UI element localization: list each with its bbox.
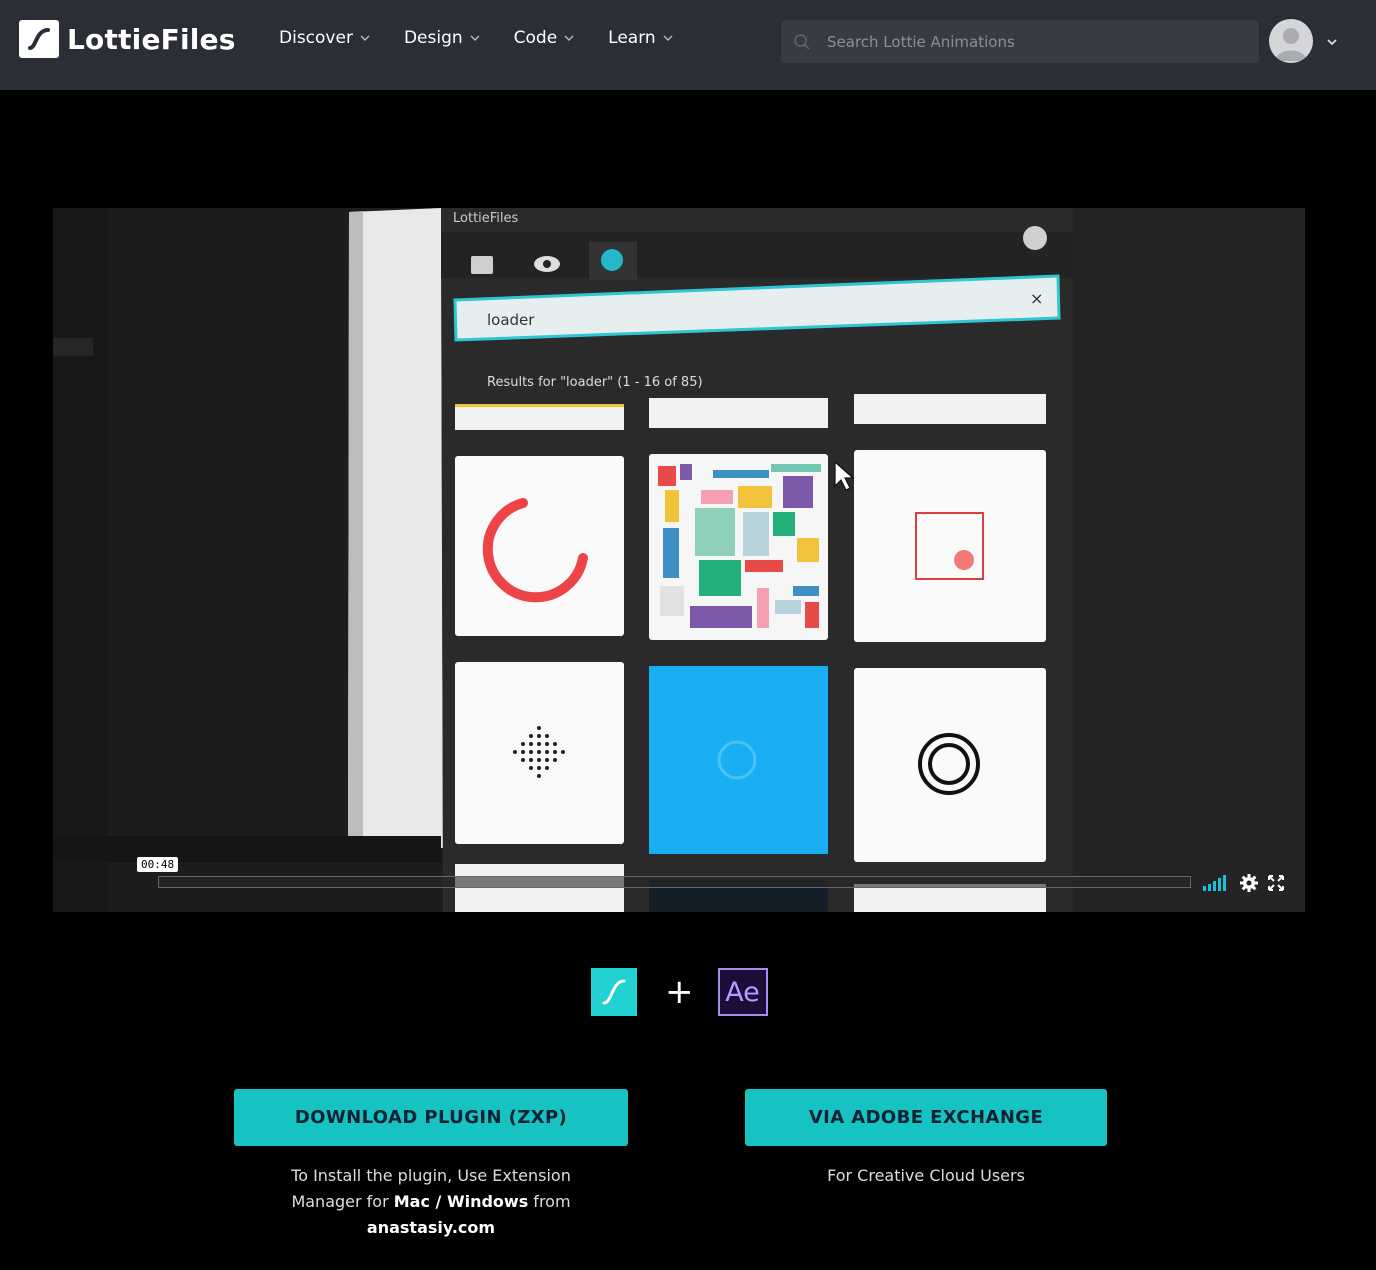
after-effects-label: Ae [725, 976, 760, 1008]
download-instructions: To Install the plugin, Use Extension Man… [234, 1163, 628, 1241]
panel-title: LottieFiles [453, 211, 519, 226]
svg-text:×: × [1030, 289, 1043, 308]
fullscreen-icon[interactable] [1268, 875, 1284, 891]
windows-label: Windows [446, 1192, 529, 1211]
user-icon [1275, 28, 1307, 61]
brand-name: LottieFiles [67, 22, 236, 56]
exchange-note: For Creative Cloud Users [827, 1166, 1025, 1185]
nav-design-label: Design [403, 28, 463, 48]
nav-discover[interactable]: Discover [279, 28, 370, 48]
top-navbar: LottieFiles Discover Design Code Learn [0, 0, 1376, 90]
video-frame: loader × LottieFiles Results for "loader… [53, 208, 1305, 912]
user-avatar[interactable] [1269, 19, 1313, 63]
panel-results-text: Results for "loader" (1 - 16 of 85) [487, 375, 703, 390]
nav-design[interactable]: Design [404, 28, 480, 48]
chevron-down-icon [360, 35, 370, 41]
adobe-exchange-button[interactable]: VIA ADOBE EXCHANGE [745, 1089, 1107, 1146]
lottiefiles-badge-icon [591, 968, 637, 1016]
adobe-exchange-label: VIA ADOBE EXCHANGE [808, 1107, 1044, 1128]
video-time-tooltip: 00:48 [137, 857, 179, 872]
lottiefiles-logo[interactable]: LottieFiles [19, 20, 236, 58]
tutorial-video[interactable]: loader × LottieFiles Results for "loader… [53, 208, 1305, 912]
chevron-down-icon [470, 35, 480, 41]
download-plugin-button[interactable]: DOWNLOAD PLUGIN (ZXP) [234, 1089, 628, 1146]
main-nav: Discover Design Code Learn [279, 28, 707, 48]
mac-label: Mac [393, 1192, 430, 1211]
nav-learn[interactable]: Learn [608, 28, 673, 48]
search-icon [794, 33, 810, 50]
download-plugin-label: DOWNLOAD PLUGIN (ZXP) [294, 1107, 568, 1128]
nav-code[interactable]: Code [514, 28, 575, 48]
gear-icon[interactable] [1240, 874, 1258, 892]
video-progress-bar[interactable] [158, 876, 1191, 888]
panel-search-value: loader [487, 311, 535, 329]
integration-badges: + Ae [591, 968, 768, 1016]
chevron-down-icon[interactable] [1326, 36, 1338, 48]
plus-sign: + [665, 972, 694, 1012]
download-note-line1: To Install the plugin, Use Extension [291, 1166, 571, 1185]
chevron-down-icon [564, 35, 574, 41]
after-effects-badge: Ae [717, 968, 768, 1016]
nav-code-label: Code [513, 28, 558, 48]
nav-discover-label: Discover [279, 28, 353, 48]
search-input[interactable] [825, 31, 1229, 52]
nav-learn-label: Learn [608, 28, 656, 48]
lottiefiles-logo-icon [19, 20, 59, 58]
anastasiy-link[interactable]: anastasiy.com [367, 1218, 495, 1237]
volume-icon[interactable] [1203, 875, 1229, 891]
chevron-down-icon [663, 35, 673, 41]
download-note-line2: Manager for Mac / Windows from [291, 1192, 571, 1211]
search-bar [781, 20, 1259, 63]
